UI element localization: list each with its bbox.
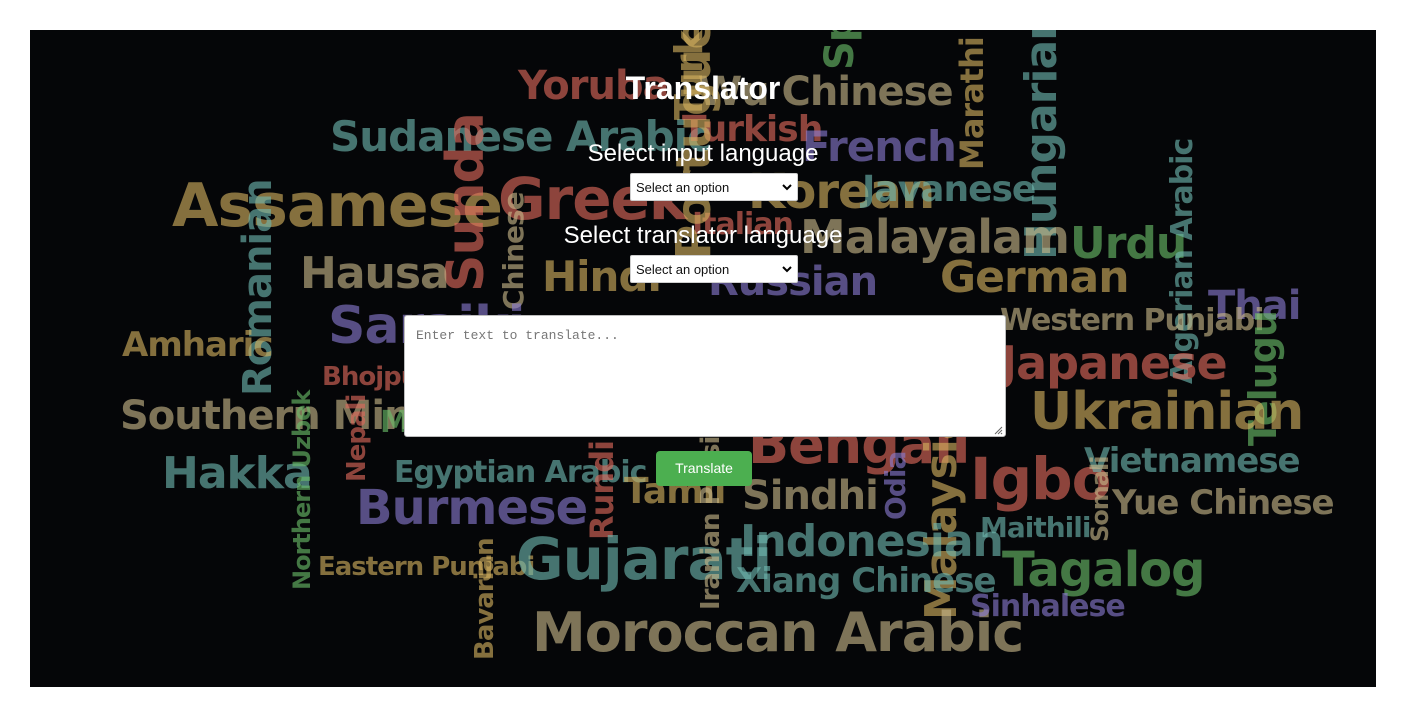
chevron-down-icon	[781, 263, 793, 275]
text-to-translate-input[interactable]: Enter text to translate...	[404, 315, 1006, 437]
resize-grip-icon[interactable]	[993, 424, 1003, 435]
translator-language-select[interactable]: Select an option	[630, 255, 798, 283]
input-language-selected-value: Select an option	[636, 180, 730, 195]
text-input-placeholder: Enter text to translate...	[416, 328, 619, 343]
chevron-down-icon	[781, 181, 793, 193]
translate-button[interactable]: Translate	[656, 451, 752, 486]
input-language-label: Select input language	[587, 140, 819, 167]
input-language-select[interactable]: Select an option	[630, 173, 798, 201]
translator-language-label: Select translator language	[563, 222, 843, 249]
translator-language-selected-value: Select an option	[636, 262, 730, 277]
translator-panel: Translator Select input language Select …	[30, 30, 1376, 687]
background-canvas: Yoruba Wu Chinese Sudanese Arabic Turkish Fr…	[30, 30, 1376, 687]
page-title: Translator	[625, 70, 781, 106]
